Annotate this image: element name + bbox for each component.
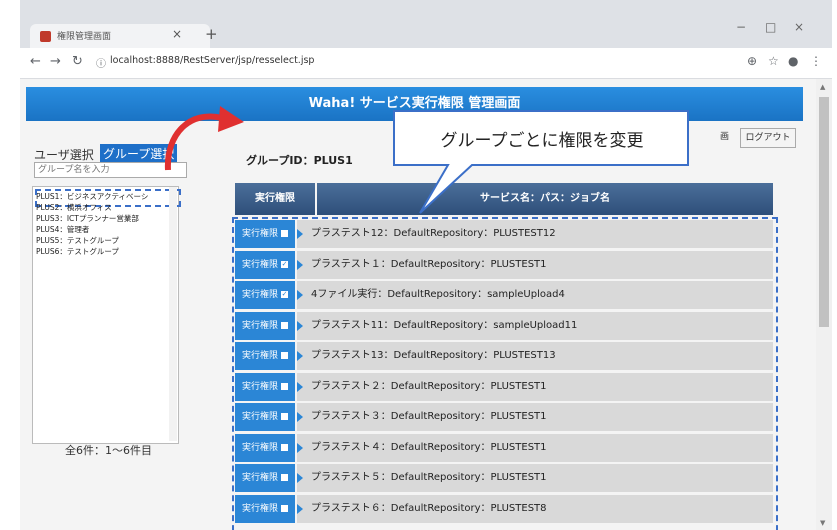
group-id-label: グループID：PLUS1: [246, 154, 353, 167]
list-item-label: PLUS6：テストグループ: [36, 247, 119, 256]
tab-user-select[interactable]: ユーザ選択: [34, 146, 94, 163]
page-scrollbar[interactable]: ▲ ▼: [816, 79, 832, 530]
favicon-icon: [40, 31, 51, 42]
bookmark-star-icon[interactable]: ☆: [768, 54, 779, 68]
back-icon[interactable]: ←: [30, 54, 41, 69]
browser-tab[interactable]: 権限管理画面 ×: [30, 24, 210, 48]
selection-dashed-box: [232, 217, 778, 530]
col-header-permission: 実行権限: [235, 183, 315, 215]
group-list[interactable]: PLUS1：ビジネスアクティベーシ PLUS2：横浜オフィス PLUS3：ICT…: [32, 186, 181, 444]
scroll-down-icon[interactable]: ▼: [820, 519, 825, 527]
tab-strip: 権限管理画面 × + − □ ×: [20, 0, 832, 48]
list-item-label: PLUS5：テストグループ: [36, 236, 119, 245]
minimize-icon[interactable]: −: [736, 20, 746, 34]
maximize-icon[interactable]: □: [765, 20, 776, 34]
list-item[interactable]: PLUS3：ICTプランナー営業部: [36, 213, 139, 224]
curved-arrow-icon: [164, 106, 244, 171]
forward-icon[interactable]: →: [50, 54, 61, 69]
address-bar: ← → ↻ ⓘ localhost:8888/RestServer/jsp/re…: [20, 48, 832, 79]
url-field[interactable]: localhost:8888/RestServer/jsp/resselect.…: [110, 55, 314, 66]
window-close-icon[interactable]: ×: [794, 20, 804, 34]
list-item[interactable]: PLUS4：管理者: [36, 224, 89, 235]
list-item[interactable]: PLUS5：テストグループ: [36, 235, 119, 246]
hidden-button[interactable]: 画: [720, 128, 734, 146]
new-tab-icon[interactable]: +: [205, 25, 218, 43]
record-count: 全6件：1〜6件目: [65, 444, 152, 457]
scroll-up-icon[interactable]: ▲: [820, 83, 825, 91]
list-item[interactable]: PLUS2：横浜オフィス: [36, 202, 112, 213]
scroll-thumb[interactable]: [819, 97, 829, 327]
tab-title: 権限管理画面: [57, 32, 112, 42]
zoom-icon[interactable]: ⊕: [747, 54, 757, 68]
menu-icon[interactable]: ⋮: [810, 54, 822, 68]
list-item-label: PLUS3：ICTプランナー営業部: [36, 214, 139, 223]
list-item-label: PLUS2：横浜オフィス: [36, 203, 112, 212]
callout-text: グループごとに権限を変更: [441, 131, 644, 151]
list-item-label: PLUS4：管理者: [36, 225, 90, 234]
tab-close-icon[interactable]: ×: [172, 27, 182, 41]
list-item[interactable]: PLUS6：テストグループ: [36, 246, 119, 257]
list-scrollbar[interactable]: [169, 187, 177, 441]
callout-bubble: グループごとに権限を変更: [393, 110, 689, 214]
logout-button[interactable]: ログアウト: [740, 128, 796, 148]
info-icon[interactable]: ⓘ: [96, 55, 106, 70]
reload-icon[interactable]: ↻: [72, 54, 83, 69]
account-icon[interactable]: ●: [788, 54, 798, 68]
page-viewport: Waha! サービス実行権限 管理画面 ユーザ選択 グループ選択 PLUS1：ビ…: [20, 79, 816, 530]
